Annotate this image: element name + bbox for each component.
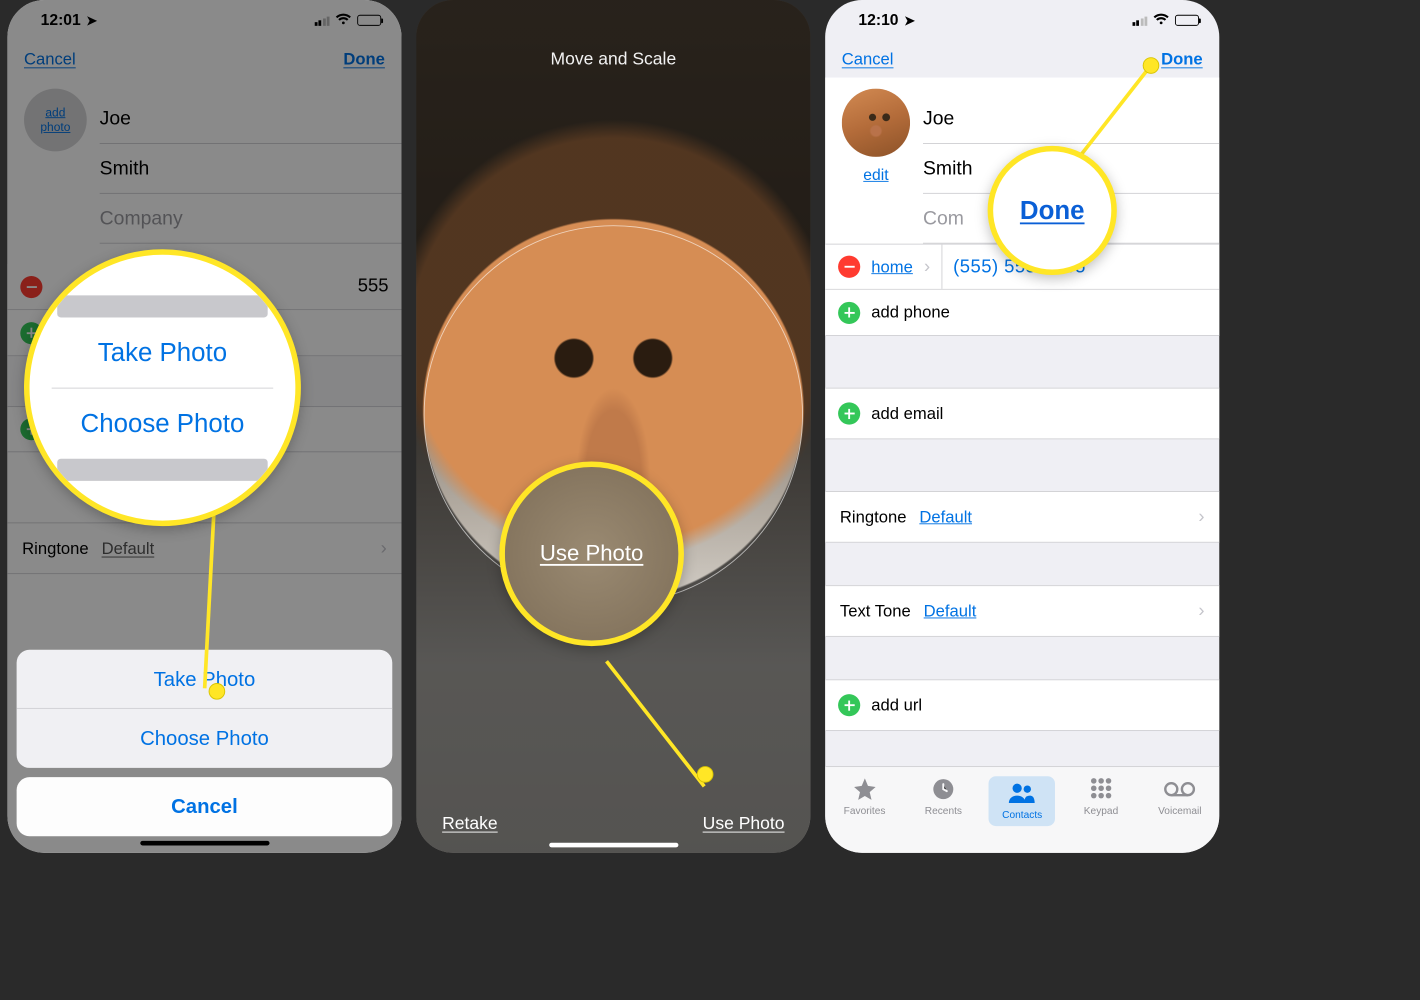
contacts-icon: [1008, 780, 1036, 806]
company-field[interactable]: Company: [100, 194, 402, 244]
location-icon: ➤: [86, 12, 97, 28]
status-time: 12:10: [858, 11, 898, 29]
magnifier-use-photo: Use Photo: [540, 541, 643, 567]
avatar-label-line1: add: [45, 106, 65, 120]
status-time: 12:01: [41, 11, 81, 29]
clock-icon: [931, 776, 955, 802]
home-indicator: [140, 841, 269, 846]
use-photo-button[interactable]: Use Photo: [703, 814, 785, 834]
status-bar: 12:10 ➤: [825, 0, 1219, 41]
voicemail-icon: [1164, 776, 1195, 802]
magnifier-take-photo: Take Photo: [30, 317, 296, 387]
retake-button[interactable]: Retake: [442, 814, 498, 834]
tab-voicemail[interactable]: Voicemail: [1147, 776, 1213, 817]
ringtone-value: Default: [102, 539, 155, 558]
cancel-button[interactable]: Cancel: [842, 49, 894, 68]
texttone-value: Default: [924, 601, 977, 620]
chevron-right-icon: ›: [1198, 600, 1204, 621]
texttone-label: Text Tone: [840, 601, 911, 620]
chevron-right-icon: ›: [1198, 506, 1204, 527]
first-name-field[interactable]: Joe: [923, 94, 1219, 144]
star-icon: [852, 776, 878, 802]
nav-bar: Cancel Done: [7, 41, 401, 78]
add-icon[interactable]: [838, 694, 860, 716]
cellular-icon: [1132, 15, 1147, 26]
texttone-row[interactable]: Text Tone Default ›: [825, 585, 1219, 637]
tab-bar: Favorites Recents Contacts Keypad Voicem…: [825, 766, 1219, 853]
phone-suffix: 555: [358, 276, 389, 297]
battery-icon: [357, 15, 381, 26]
ringtone-row[interactable]: Ringtone Default ›: [7, 522, 401, 574]
phone-label[interactable]: home: [871, 257, 913, 276]
contact-header: add photo Joe Smith Company: [7, 78, 401, 244]
magnifier-done: Done: [1020, 196, 1085, 226]
add-email-row[interactable]: add email: [825, 388, 1219, 440]
done-button[interactable]: Done: [1161, 49, 1203, 68]
tab-contacts[interactable]: Contacts: [989, 776, 1055, 826]
add-url-row[interactable]: add url: [825, 679, 1219, 731]
delete-icon[interactable]: [838, 256, 860, 278]
tab-keypad[interactable]: Keypad: [1068, 776, 1134, 817]
ringtone-label: Ringtone: [22, 539, 89, 558]
wifi-icon: [335, 13, 352, 28]
ringtone-row[interactable]: Ringtone Default ›: [825, 491, 1219, 543]
battery-icon: [1175, 15, 1199, 26]
magnifier-callout: Take Photo Choose Photo: [24, 249, 301, 526]
add-url-label: add url: [871, 695, 922, 714]
screen-move-and-scale: Move and Scale Retake Use Photo Use Phot…: [416, 0, 810, 853]
chevron-right-icon: ›: [381, 538, 387, 559]
add-icon[interactable]: [838, 301, 860, 323]
contact-avatar[interactable]: [842, 89, 910, 157]
magnifier-choose-photo: Choose Photo: [30, 388, 296, 458]
done-button[interactable]: Done: [343, 49, 385, 68]
cellular-icon: [314, 15, 329, 26]
first-name-field[interactable]: Joe: [100, 94, 402, 144]
move-scale-title: Move and Scale: [416, 50, 810, 70]
keypad-icon: [1090, 776, 1112, 802]
magnifier-callout: Use Photo: [499, 462, 684, 647]
add-phone-label: add phone: [871, 303, 950, 322]
edit-photo-link[interactable]: edit: [863, 166, 888, 184]
status-bar: 12:01 ➤: [7, 0, 401, 41]
sheet-cancel-button[interactable]: Cancel: [17, 777, 393, 836]
delete-icon[interactable]: [20, 276, 42, 298]
ringtone-label: Ringtone: [840, 507, 907, 526]
tab-recents[interactable]: Recents: [910, 776, 976, 817]
chevron-right-icon: ›: [924, 256, 930, 277]
home-indicator: [549, 843, 678, 848]
tab-favorites[interactable]: Favorites: [831, 776, 897, 817]
avatar-label-line2: photo: [40, 120, 70, 134]
location-icon: ➤: [904, 12, 915, 28]
screen-edit-contact-actionsheet: 12:01 ➤ Cancel Done add photo Joe Smith …: [7, 0, 401, 853]
magnifier-callout: Done: [988, 146, 1117, 275]
add-icon[interactable]: [838, 402, 860, 424]
choose-photo-button[interactable]: Choose Photo: [17, 709, 393, 768]
nav-bar: Cancel Done: [825, 41, 1219, 78]
wifi-icon: [1153, 13, 1170, 28]
last-name-field[interactable]: Smith: [100, 144, 402, 194]
screen-edit-contact-final: 12:10 ➤ Cancel Done edit Joe Smith Com h…: [825, 0, 1219, 853]
add-email-label: add email: [871, 404, 943, 423]
cancel-button[interactable]: Cancel: [24, 49, 76, 68]
ringtone-value: Default: [919, 507, 972, 526]
add-photo-avatar[interactable]: add photo: [24, 89, 87, 152]
add-phone-row[interactable]: add phone: [825, 290, 1219, 336]
